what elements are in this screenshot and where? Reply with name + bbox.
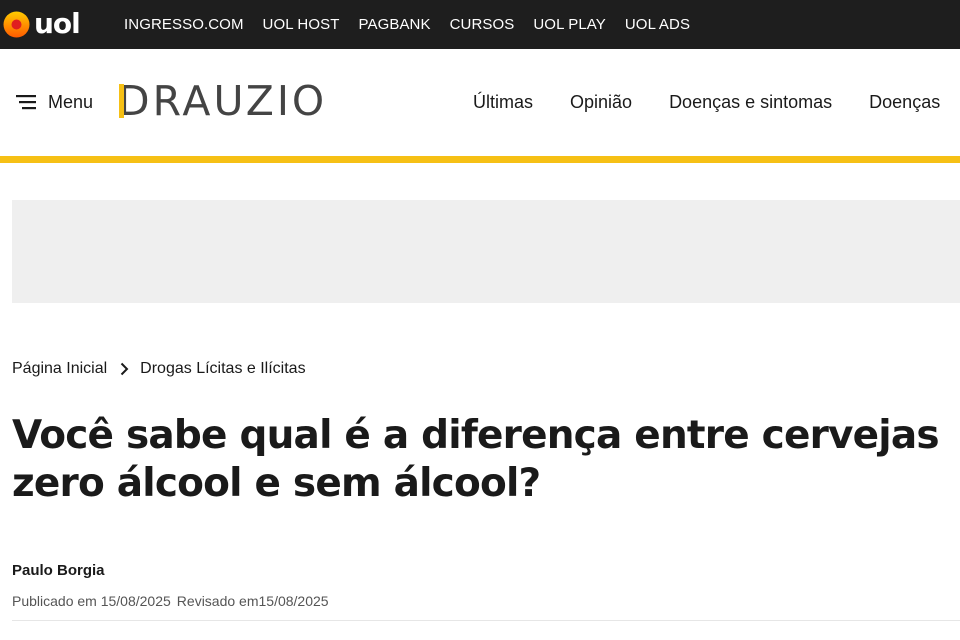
ad-placeholder — [12, 200, 960, 303]
drauzio-logo-text: DRAUZIO — [118, 77, 328, 125]
uol-top-bar: uol INGRESSO.COM UOL HOST PAGBANK CURSOS… — [0, 0, 960, 49]
uol-sun-icon — [3, 11, 30, 37]
topnav-link-uol-host[interactable]: UOL HOST — [263, 16, 340, 33]
menu-button[interactable]: Menu — [16, 90, 93, 114]
breadcrumb: Página Inicial Drogas Lícitas e Ilícitas — [12, 360, 306, 378]
nav-ultimas[interactable]: Últimas — [473, 90, 533, 114]
drauzio-logo[interactable]: DRAUZIO — [118, 80, 327, 122]
divider — [12, 620, 960, 621]
revised-date: Revisado em15/08/2025 — [176, 593, 329, 609]
article-title: Você sabe qual é a diferença entre cerve… — [12, 413, 940, 506]
author-name[interactable]: Paulo Borgia — [12, 562, 105, 579]
article-dates: Publicado em 15/08/2025 Revisado em15/08… — [12, 593, 329, 609]
nav-opiniao[interactable]: Opinião — [570, 90, 632, 114]
topnav-link-uol-ads[interactable]: UOL ADS — [625, 16, 690, 33]
uol-services-nav: INGRESSO.COM UOL HOST PAGBANK CURSOS UOL… — [124, 0, 709, 49]
published-date: Publicado em 15/08/2025 — [12, 593, 171, 609]
nav-doencas[interactable]: Doenças — [869, 90, 940, 114]
main-nav: Últimas Opinião Doenças e sintomas Doenç… — [473, 90, 960, 114]
menu-label: Menu — [48, 92, 94, 112]
nav-doencas-e-sintomas[interactable]: Doenças e sintomas — [669, 90, 832, 114]
breadcrumb-home[interactable]: Página Inicial — [12, 360, 107, 378]
breadcrumb-category[interactable]: Drogas Lícitas e Ilícitas — [140, 360, 305, 378]
topnav-link-cursos[interactable]: CURSOS — [450, 16, 515, 33]
hamburger-icon — [16, 95, 36, 110]
topnav-link-ingresso[interactable]: INGRESSO.COM — [124, 16, 244, 33]
header-accent-line — [0, 156, 960, 163]
chevron-right-icon — [120, 362, 129, 376]
uol-logo-text: uol — [34, 7, 81, 40]
topnav-link-uol-play[interactable]: UOL PLAY — [533, 16, 606, 33]
logo-accent-bar — [119, 84, 124, 118]
topnav-link-pagbank[interactable]: PAGBANK — [358, 16, 430, 33]
uol-logo[interactable]: uol — [3, 7, 81, 40]
